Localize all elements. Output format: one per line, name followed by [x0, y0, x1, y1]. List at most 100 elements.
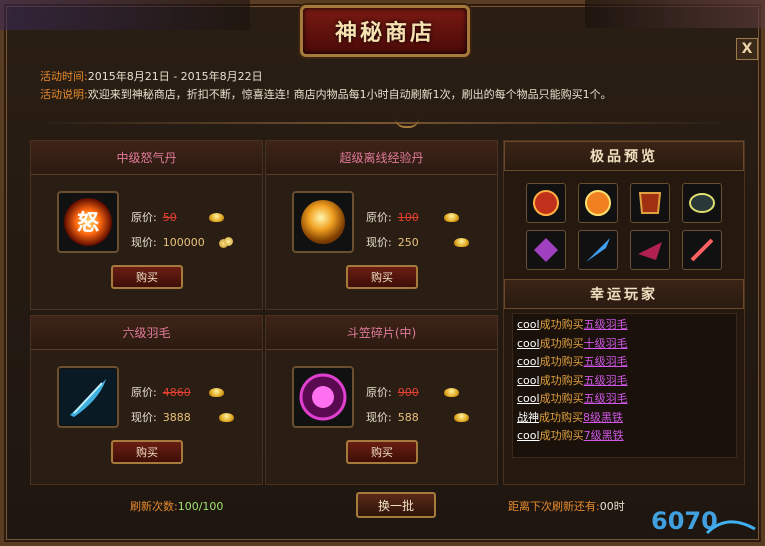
item-link[interactable]: 五级羽毛 [584, 392, 628, 405]
player-name[interactable]: cool [517, 355, 540, 368]
lucky-title-wrap: 幸运玩家 [504, 279, 744, 309]
next-refresh: 距离下次刷新还有:00时 [508, 498, 625, 514]
list-item: cool成功购买五级羽毛 [517, 390, 732, 409]
desc-label: 活动说明: [40, 88, 88, 101]
orig-price: 4860 [162, 385, 191, 399]
swap-batch-button[interactable]: 换一批 [356, 492, 436, 518]
item-link[interactable]: 五级羽毛 [584, 374, 628, 387]
list-item: cool成功购买五级羽毛 [517, 353, 732, 372]
purple-crystal-icon[interactable] [526, 230, 566, 270]
side-panel: 极品预览 幸运玩家 cool成功购买五级羽毛 cool成功购买十级羽毛 cool… [503, 140, 745, 485]
item-link[interactable]: 7级黑铁 [584, 429, 624, 442]
time-value: 2015年8月21日 - 2015年8月22日 [87, 70, 263, 83]
now-label: 现价: [131, 236, 157, 249]
next-value: 00时 [599, 500, 625, 513]
window-title-plate: 神秘商店 [300, 5, 470, 57]
entry-text: 成功购买 [539, 318, 584, 331]
list-item: cool成功购买五级羽毛 [517, 372, 732, 391]
time-label: 活动时间: [40, 70, 88, 83]
now-price: 250 [397, 235, 419, 249]
buy-button[interactable]: 购买 [346, 440, 418, 464]
item-name: 超级离线经验丹 [266, 141, 497, 175]
refresh-value: 100/100 [177, 500, 224, 513]
buy-button[interactable]: 购买 [111, 440, 183, 464]
background-art-left [0, 0, 250, 30]
background-art-right [585, 0, 765, 28]
original-price-row: 原价: 900 [366, 384, 459, 400]
orig-label: 原价: [366, 211, 392, 224]
orig-price: 50 [162, 210, 177, 224]
ingot-icon [453, 412, 469, 422]
item-name: 中级怒气丹 [31, 141, 262, 175]
desc-value: 欢迎来到神秘商店，折扣不断，惊喜连连! 商店内物品每1小时自动刷新1次，刷出的每… [87, 88, 612, 101]
lucky-list: cool成功购买五级羽毛 cool成功购买十级羽毛 cool成功购买五级羽毛 c… [512, 313, 737, 458]
red-gem-icon[interactable] [526, 183, 566, 223]
current-price-row: 现价: 588 [366, 409, 469, 425]
player-name[interactable]: 战神 [517, 411, 539, 424]
player-name[interactable]: cool [517, 374, 540, 387]
list-item: 战神成功购买8级黑铁 [517, 409, 732, 428]
original-price-row: 原价: 100 [366, 209, 459, 225]
orig-price: 100 [397, 210, 419, 224]
shop-card: 中级怒气丹 怒 原价: 50 现价: 100000 购买 [30, 140, 263, 310]
bound-ingot-icon [453, 237, 469, 247]
ingot-icon [443, 212, 459, 222]
armor-icon[interactable] [630, 183, 670, 223]
item-link[interactable]: 五级羽毛 [584, 355, 628, 368]
entry-text: 成功购买 [539, 410, 583, 424]
preview-grid [526, 183, 736, 270]
now-label: 现价: [366, 411, 392, 424]
shop-card: 超级离线经验丹 原价: 100 现价: 250 购买 [265, 140, 498, 310]
blue-blade-icon[interactable] [578, 230, 618, 270]
next-label: 距离下次刷新还有: [508, 500, 600, 513]
buy-button[interactable]: 购买 [111, 265, 183, 289]
item-name: 六级羽毛 [31, 316, 262, 350]
red-wing-icon[interactable] [630, 230, 670, 270]
entry-text: 成功购买 [539, 336, 584, 350]
pink-amulet-icon[interactable] [292, 366, 354, 428]
buy-button[interactable]: 购买 [346, 265, 418, 289]
player-name[interactable]: cool [517, 337, 540, 350]
fire-ring-icon[interactable] [578, 183, 618, 223]
player-name[interactable]: cool [517, 392, 540, 405]
activity-info: 活动时间:2015年8月21日 - 2015年8月22日 活动说明:欢迎来到神秘… [40, 68, 612, 104]
golden-orb-icon[interactable] [292, 191, 354, 253]
ingot-icon [218, 412, 234, 422]
item-link[interactable]: 十级羽毛 [584, 337, 628, 350]
original-price-row: 原价: 4860 [131, 384, 224, 400]
orig-label: 原价: [131, 386, 157, 399]
entry-text: 成功购买 [539, 392, 584, 405]
shop-card: 六级羽毛 原价: 4860 现价: 3888 购买 [30, 315, 263, 485]
refresh-count: 刷新次数:100/100 [130, 498, 223, 514]
divider [30, 122, 735, 124]
gold-coin-icon [218, 236, 233, 248]
shop-card: 斗笠碎片(中) 原价: 900 现价: 588 购买 [265, 315, 498, 485]
window-title: 神秘商店 [334, 20, 435, 46]
list-item: cool成功购买十级羽毛 [517, 335, 732, 354]
blue-feather-icon[interactable] [57, 366, 119, 428]
orig-label: 原价: [366, 386, 392, 399]
ingot-icon [208, 387, 224, 397]
item-link[interactable]: 五级羽毛 [584, 318, 628, 331]
preview-title: 极品预览 [504, 141, 744, 171]
current-price-row: 现价: 250 [366, 234, 469, 250]
now-price: 588 [397, 410, 419, 424]
item-link[interactable]: 8级黑铁 [583, 411, 623, 424]
now-price: 3888 [162, 410, 191, 424]
now-price: 100000 [162, 235, 205, 249]
now-label: 现价: [366, 236, 392, 249]
site-logo: 6070 [651, 507, 756, 535]
orig-price: 900 [397, 385, 419, 399]
player-name[interactable]: cool [517, 429, 540, 442]
orig-label: 原价: [131, 211, 157, 224]
player-name[interactable]: cool [517, 318, 540, 331]
bracer-icon[interactable] [682, 183, 722, 223]
lucky-title: 幸运玩家 [504, 279, 744, 309]
entry-text: 成功购买 [539, 373, 584, 387]
list-item: cool成功购买五级羽毛 [517, 316, 732, 335]
fire-orb-icon[interactable]: 怒 [57, 191, 119, 253]
refresh-label: 刷新次数: [130, 500, 178, 513]
close-button[interactable]: X [736, 38, 758, 60]
sword-icon[interactable] [682, 230, 722, 270]
original-price-row: 原价: 50 [131, 209, 224, 225]
